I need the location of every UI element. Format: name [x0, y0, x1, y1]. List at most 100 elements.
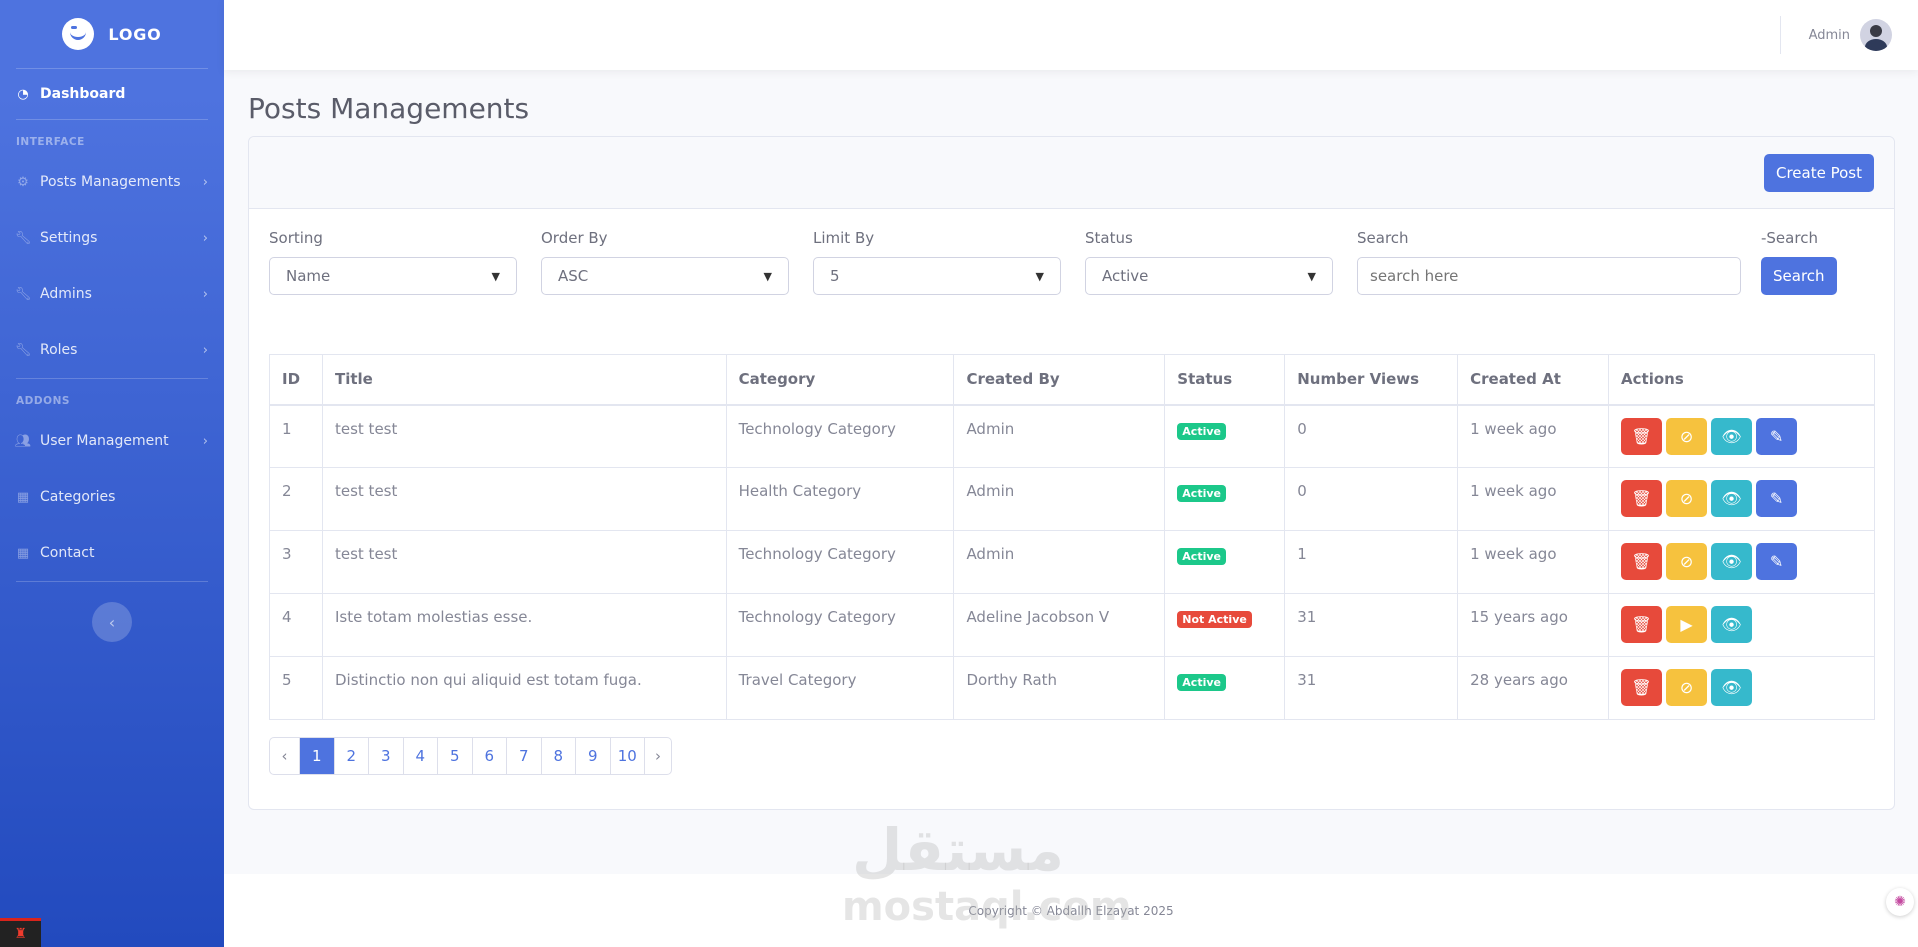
card-header: Create Post [249, 137, 1894, 209]
delete-button[interactable]: 🗑︎ [1621, 417, 1663, 455]
deactivate-button[interactable]: ⊘ [1666, 417, 1708, 455]
pagination-prev[interactable]: ‹ [270, 738, 299, 774]
cell-title: test test [321, 530, 727, 594]
cell-created-at: 1 week ago [1457, 404, 1610, 468]
pagination-page-1[interactable]: 1 [299, 738, 334, 774]
edit-button[interactable]: ✎ [1756, 417, 1798, 455]
trash-icon: 🗑︎ [1631, 426, 1652, 446]
sidebar-item-user-management[interactable]: 👥︎ User Management › [0, 413, 224, 469]
edit-icon: ✎ [1769, 489, 1784, 508]
chevron-right-icon: › [202, 174, 208, 190]
pagination-page-4[interactable]: 4 [402, 738, 438, 774]
brand[interactable]: LOGO [0, 0, 224, 68]
sidebar-item-contact[interactable]: ▦ Contact [0, 525, 224, 581]
view-button[interactable]: 👁︎ [1711, 543, 1753, 580]
pagination-page-3[interactable]: 3 [368, 738, 403, 774]
trash-icon: 🗑︎ [1631, 552, 1652, 571]
status-badge: Not Active [1177, 611, 1252, 628]
status-badge: Active [1177, 422, 1226, 440]
delete-button[interactable]: 🗑︎ [1621, 606, 1663, 643]
chevron-right-icon: › [202, 433, 208, 449]
sidebar-item-posts-managements[interactable]: ⚙ Posts Managements › [0, 154, 224, 210]
view-button[interactable]: 👁︎ [1711, 417, 1753, 455]
cell-category: Technology Category [725, 530, 955, 594]
search-button[interactable]: Search [1761, 257, 1837, 295]
view-button[interactable]: 👁︎ [1711, 669, 1753, 706]
chevron-down-icon: ▼ [1307, 269, 1316, 283]
pagination-page-5[interactable]: 5 [437, 738, 472, 774]
pagination: ‹ 1 2 3 4 5 6 7 8 9 10 › [269, 737, 672, 775]
eye-icon: 👁︎ [1721, 489, 1742, 508]
table-row: 4 Iste totam molestias esse. Technology … [269, 593, 1875, 657]
order-by-select[interactable]: ASC ▼ [541, 257, 789, 295]
column-header-created-by: Created By [953, 354, 1166, 406]
sidebar-item-settings[interactable]: 🔧︎ Settings › [0, 210, 224, 266]
avatar[interactable] [1860, 19, 1892, 51]
laravel-debugbar-icon[interactable]: ♜ [0, 918, 41, 947]
edit-button[interactable]: ✎ [1756, 480, 1798, 517]
sidebar-item-categories[interactable]: ▦ Categories [0, 469, 224, 525]
status-group: Status Active ▼ [1085, 229, 1333, 295]
sidebar-item-roles[interactable]: 🔧︎ Roles › [0, 322, 224, 378]
pagination-page-6[interactable]: 6 [471, 738, 507, 774]
wrench-icon: 🔧︎ [14, 230, 32, 246]
pagination-page-2[interactable]: 2 [333, 738, 369, 774]
edit-icon: ✎ [1769, 426, 1784, 446]
cell-views: 0 [1284, 467, 1459, 531]
user-name[interactable]: Admin [1809, 28, 1850, 43]
brain-extension-icon[interactable]: ✺ [1886, 888, 1914, 916]
pagination-page-8[interactable]: 8 [540, 738, 576, 774]
search-label: Search [1357, 229, 1409, 247]
pagination-next[interactable]: › [644, 738, 671, 774]
sidebar-item-dashboard[interactable]: ◔ Dashboard [0, 69, 224, 119]
order-by-value: ASC [558, 267, 589, 285]
sidebar-item-admins[interactable]: 🔧︎ Admins › [0, 266, 224, 322]
ban-icon: ⊘ [1679, 489, 1694, 508]
edit-button[interactable]: ✎ [1756, 543, 1798, 580]
cell-status: Active [1164, 656, 1286, 720]
cell-status: Active [1164, 404, 1286, 468]
column-header-created-at: Created At [1457, 354, 1610, 406]
limit-by-group: Limit By 5 ▼ [813, 229, 1061, 295]
cell-title: test test [321, 404, 727, 468]
deactivate-button[interactable]: ⊘ [1666, 480, 1708, 517]
limit-by-select[interactable]: 5 ▼ [813, 257, 1061, 295]
deactivate-button[interactable]: ⊘ [1666, 669, 1708, 706]
activate-button[interactable]: ▶ [1666, 606, 1708, 643]
view-button[interactable]: 👁︎ [1711, 480, 1753, 517]
cell-created-by: Admin [953, 404, 1166, 468]
trash-icon: 🗑︎ [1631, 615, 1652, 634]
delete-button[interactable]: 🗑︎ [1621, 480, 1663, 517]
cell-actions: 🗑︎ ⊘ 👁︎ ✎ [1608, 467, 1875, 531]
status-select[interactable]: Active ▼ [1085, 257, 1333, 295]
cell-actions: 🗑︎ ▶ 👁︎ [1608, 593, 1875, 657]
sidebar-divider [16, 581, 208, 582]
sidebar-toggle-button[interactable]: ‹ [92, 602, 132, 642]
deactivate-button[interactable]: ⊘ [1666, 543, 1708, 580]
chevron-left-icon: ‹ [108, 612, 116, 632]
search-button-group: -Search Search [1761, 229, 1837, 295]
pagination-page-10[interactable]: 10 [609, 738, 645, 774]
sorting-select[interactable]: Name ▼ [269, 257, 517, 295]
delete-button[interactable]: 🗑︎ [1621, 543, 1663, 580]
search-button-label: -Search [1761, 229, 1818, 247]
cell-status: Active [1164, 530, 1286, 594]
column-header-id: ID [269, 354, 323, 406]
boxes-icon: ▦ [16, 489, 30, 505]
wrench-icon: 🔧︎ [14, 342, 32, 358]
search-input[interactable] [1357, 257, 1741, 295]
delete-button[interactable]: 🗑︎ [1621, 669, 1663, 706]
eye-icon: 👁︎ [1721, 678, 1742, 697]
topbar-divider [1779, 16, 1781, 54]
cell-id: 4 [269, 593, 323, 657]
cell-created-by: Admin [953, 467, 1166, 531]
pagination-page-9[interactable]: 9 [575, 738, 610, 774]
pagination-page-7[interactable]: 7 [506, 738, 541, 774]
chevron-right-icon: › [202, 342, 208, 358]
view-button[interactable]: 👁︎ [1711, 606, 1753, 643]
sidebar-item-label: Posts Managements [40, 174, 181, 190]
order-by-group: Order By ASC ▼ [541, 229, 789, 295]
cell-status: Not Active [1164, 593, 1286, 657]
cell-actions: 🗑︎ ⊘ 👁︎ ✎ [1608, 404, 1875, 468]
create-post-button[interactable]: Create Post [1764, 153, 1874, 192]
